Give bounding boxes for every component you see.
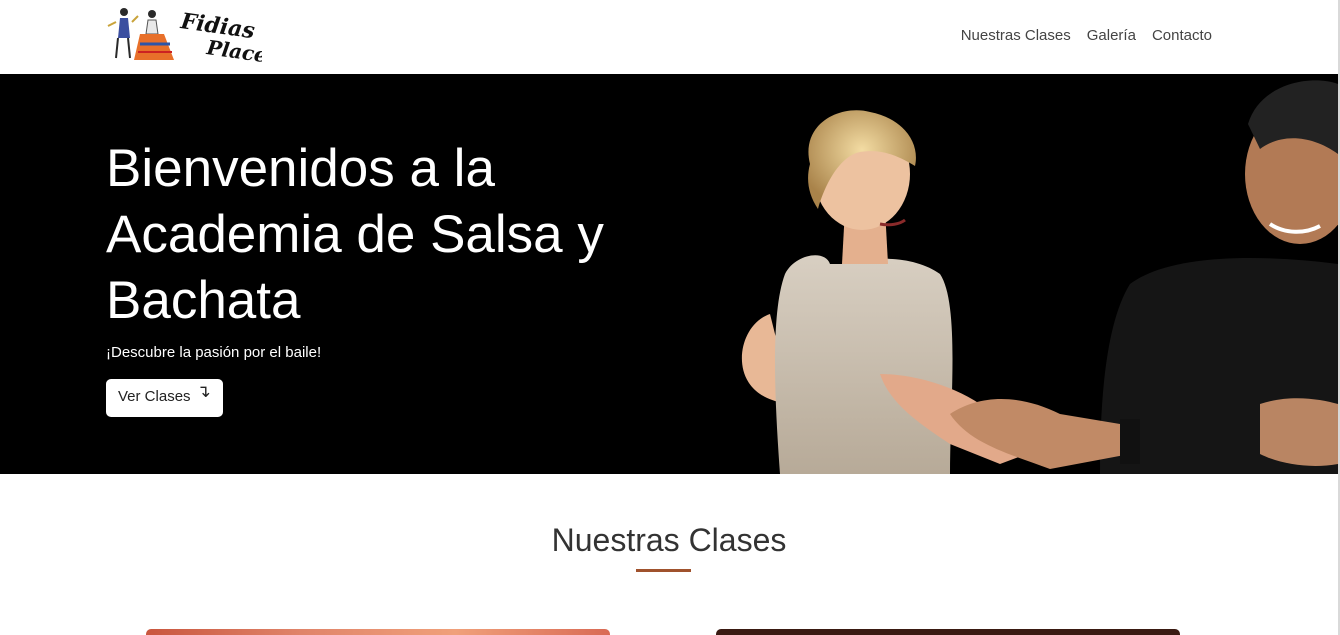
class-card-image[interactable]	[716, 629, 1180, 635]
nav-link-galeria[interactable]: Galería	[1087, 27, 1136, 44]
section-title: Nuestras Clases	[551, 522, 787, 558]
ver-clases-button[interactable]: Ver Clases ↴	[106, 379, 223, 417]
hero-title: Bienvenidos a la Academia de Salsa y Bac…	[106, 139, 604, 330]
navbar: Fidias Place Nuestras Clases Galería Con…	[0, 0, 1338, 74]
section-title-underline	[636, 569, 691, 572]
class-card-image[interactable]	[146, 629, 610, 635]
arrow-down-icon: ↴	[196, 382, 211, 401]
hero-subtitle: ¡Descubre la pasión por el baile!	[106, 344, 322, 361]
nav-links: Nuestras Clases Galería Contacto	[961, 27, 1212, 44]
nav-link-clases[interactable]: Nuestras Clases	[961, 27, 1071, 44]
ver-clases-label: Ver Clases	[118, 388, 191, 405]
hero-text-block: Bienvenidos a la Academia de Salsa y Bac…	[106, 136, 666, 417]
hero-dancers-image	[741, 80, 1338, 474]
fidias-place-logo: Fidias Place	[107, 8, 269, 67]
nav-link-contacto[interactable]: Contacto	[1152, 27, 1212, 44]
hero-banner: Bienvenidos a la Academia de Salsa y Bac…	[0, 74, 1338, 474]
site-logo[interactable]: Fidias Place	[106, 4, 269, 67]
